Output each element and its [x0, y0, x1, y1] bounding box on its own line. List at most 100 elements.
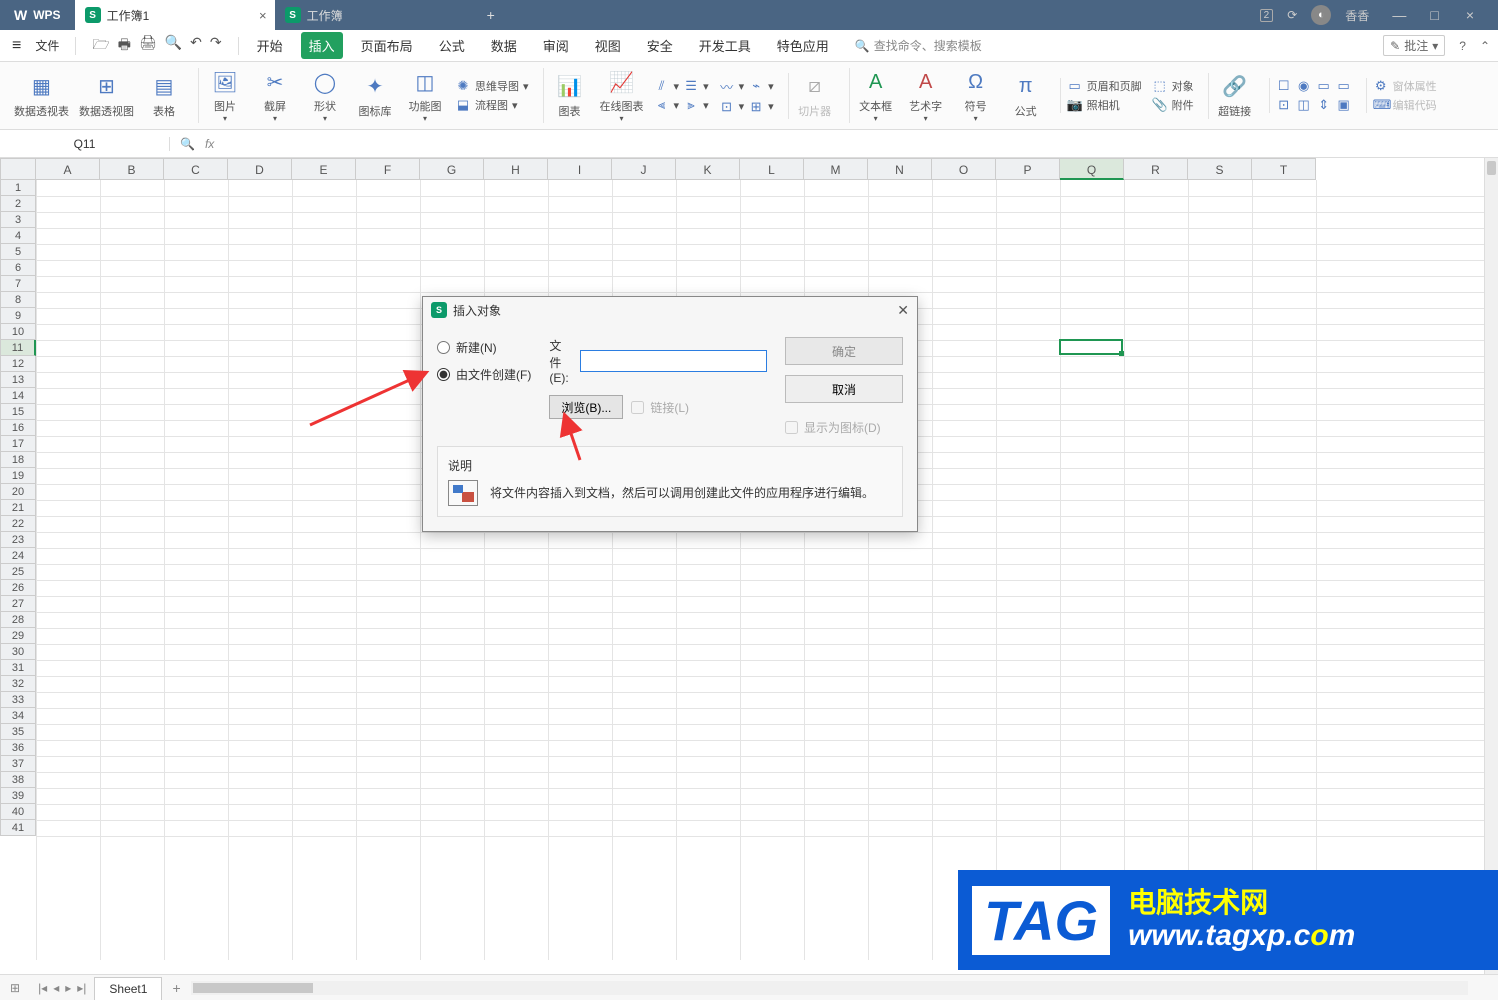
col-header-T[interactable]: T	[1252, 158, 1316, 180]
row-header[interactable]: 22	[0, 516, 36, 532]
sparkline-4[interactable]: ⊡▾ ⊞▾	[719, 99, 774, 115]
user-avatar[interactable]: ◐	[1311, 5, 1331, 25]
undo-icon[interactable]: ↶	[190, 34, 202, 58]
row-header[interactable]: 32	[0, 676, 36, 692]
row-header[interactable]: 8	[0, 292, 36, 308]
flowchart-button[interactable]: ⬓流程图 ▾	[455, 97, 529, 113]
form-controls-2[interactable]: ⊡◫⇕▣	[1276, 97, 1352, 113]
camera-button[interactable]: 📷照相机	[1067, 97, 1142, 113]
row-header[interactable]: 15	[0, 404, 36, 420]
row-header[interactable]: 10	[0, 324, 36, 340]
online-chart-button[interactable]: 📈在线图表	[600, 68, 644, 123]
form-controls-1[interactable]: ☐◉▭▭	[1276, 78, 1352, 94]
col-header-E[interactable]: E	[292, 158, 356, 180]
attachment-button[interactable]: 📎附件	[1152, 97, 1194, 113]
row-header[interactable]: 24	[0, 548, 36, 564]
object-button[interactable]: ⬚对象	[1152, 78, 1194, 94]
pivot-chart-button[interactable]: ⊞数据透视图	[79, 73, 134, 119]
tab-data[interactable]: 数据	[483, 32, 525, 59]
col-header-Q[interactable]: Q	[1060, 158, 1124, 180]
collapse-ribbon-icon[interactable]: ⌃	[1480, 39, 1490, 53]
col-header-H[interactable]: H	[484, 158, 548, 180]
add-sheet-button[interactable]: +	[162, 980, 190, 996]
spreadsheet-grid[interactable]: ABCDEFGHIJKLMNOPQRST 1234567891011121314…	[0, 158, 1498, 974]
col-header-G[interactable]: G	[420, 158, 484, 180]
formula-input[interactable]	[224, 137, 1488, 151]
row-header[interactable]: 11	[0, 340, 36, 356]
selected-cell[interactable]	[1059, 339, 1123, 355]
row-header[interactable]: 39	[0, 788, 36, 804]
chart-button[interactable]: 📊图表	[550, 73, 590, 119]
row-header[interactable]: 9	[0, 308, 36, 324]
row-header[interactable]: 13	[0, 372, 36, 388]
row-header[interactable]: 1	[0, 180, 36, 196]
ok-button[interactable]: 确定	[785, 337, 903, 365]
annotate-button[interactable]: ✎ 批注 ▾	[1383, 35, 1445, 56]
tab-special[interactable]: 特色应用	[769, 32, 837, 59]
notif-badge[interactable]: 2	[1260, 9, 1274, 22]
row-header[interactable]: 37	[0, 756, 36, 772]
select-all-corner[interactable]	[0, 158, 36, 180]
help-icon[interactable]: ?	[1459, 39, 1466, 53]
close-icon[interactable]: ✕	[897, 302, 909, 319]
row-header[interactable]: 33	[0, 692, 36, 708]
row-header[interactable]: 16	[0, 420, 36, 436]
smartart-button[interactable]: ◫功能图	[405, 68, 445, 123]
workbook-tab-2[interactable]: S 工作簿	[275, 0, 475, 30]
row-header[interactable]: 17	[0, 436, 36, 452]
col-header-K[interactable]: K	[676, 158, 740, 180]
file-menu[interactable]: 文件	[29, 37, 65, 54]
equation-button[interactable]: π公式	[1006, 73, 1046, 119]
iconlib-button[interactable]: ✦图标库	[355, 73, 395, 119]
pivot-table-button[interactable]: ▦数据透视表	[14, 73, 69, 119]
hamburger-icon[interactable]: ≡	[8, 37, 25, 55]
row-header[interactable]: 5	[0, 244, 36, 260]
fx-icon[interactable]: fx	[205, 137, 214, 151]
row-header[interactable]: 35	[0, 724, 36, 740]
from-file-radio[interactable]: 由文件创建(F)	[437, 366, 531, 383]
vertical-scrollbar[interactable]	[1484, 158, 1498, 974]
sync-icon[interactable]: ⟳	[1287, 8, 1297, 22]
col-header-C[interactable]: C	[164, 158, 228, 180]
row-header[interactable]: 36	[0, 740, 36, 756]
tab-pagelayout[interactable]: 页面布局	[353, 32, 421, 59]
row-header[interactable]: 41	[0, 820, 36, 836]
sparkline-2[interactable]: ⫷▾ ⫸▾	[654, 97, 709, 113]
row-header[interactable]: 6	[0, 260, 36, 276]
header-footer-button[interactable]: ▭页眉和页脚	[1067, 78, 1142, 94]
workbook-tab-1[interactable]: S 工作簿1 ×	[75, 0, 275, 30]
col-header-A[interactable]: A	[36, 158, 100, 180]
col-header-D[interactable]: D	[228, 158, 292, 180]
row-header[interactable]: 28	[0, 612, 36, 628]
mindmap-button[interactable]: ✺思维导图 ▾	[455, 78, 529, 94]
screenshot-button[interactable]: ✂截屏	[255, 68, 295, 123]
row-header[interactable]: 25	[0, 564, 36, 580]
sheet-prev-icon[interactable]: ◂	[53, 981, 59, 995]
row-header[interactable]: 19	[0, 468, 36, 484]
open-icon[interactable]: 🗁	[92, 34, 109, 58]
col-header-F[interactable]: F	[356, 158, 420, 180]
zoom-icon[interactable]: 🔍	[180, 137, 195, 151]
file-path-input[interactable]	[580, 350, 767, 372]
status-icon[interactable]: ⊞	[0, 981, 30, 995]
symbol-button[interactable]: Ω符号	[956, 68, 996, 123]
tab-insert[interactable]: 插入	[301, 32, 343, 59]
row-header[interactable]: 27	[0, 596, 36, 612]
row-header[interactable]: 31	[0, 660, 36, 676]
row-header[interactable]: 21	[0, 500, 36, 516]
tab-dev[interactable]: 开发工具	[691, 32, 759, 59]
col-header-L[interactable]: L	[740, 158, 804, 180]
row-header[interactable]: 18	[0, 452, 36, 468]
textbox-button[interactable]: A文本框	[856, 68, 896, 123]
new-tab-button[interactable]: +	[475, 7, 507, 23]
preview-icon[interactable]: 🔍	[165, 34, 182, 58]
row-header[interactable]: 29	[0, 628, 36, 644]
hyperlink-button[interactable]: 🔗超链接	[1215, 73, 1255, 119]
col-header-S[interactable]: S	[1188, 158, 1252, 180]
row-header[interactable]: 14	[0, 388, 36, 404]
window-close-icon[interactable]: ×	[1454, 7, 1486, 23]
row-header[interactable]: 12	[0, 356, 36, 372]
sparkline-3[interactable]: 〰▾ ⌁▾	[719, 77, 774, 96]
col-header-B[interactable]: B	[100, 158, 164, 180]
col-header-N[interactable]: N	[868, 158, 932, 180]
